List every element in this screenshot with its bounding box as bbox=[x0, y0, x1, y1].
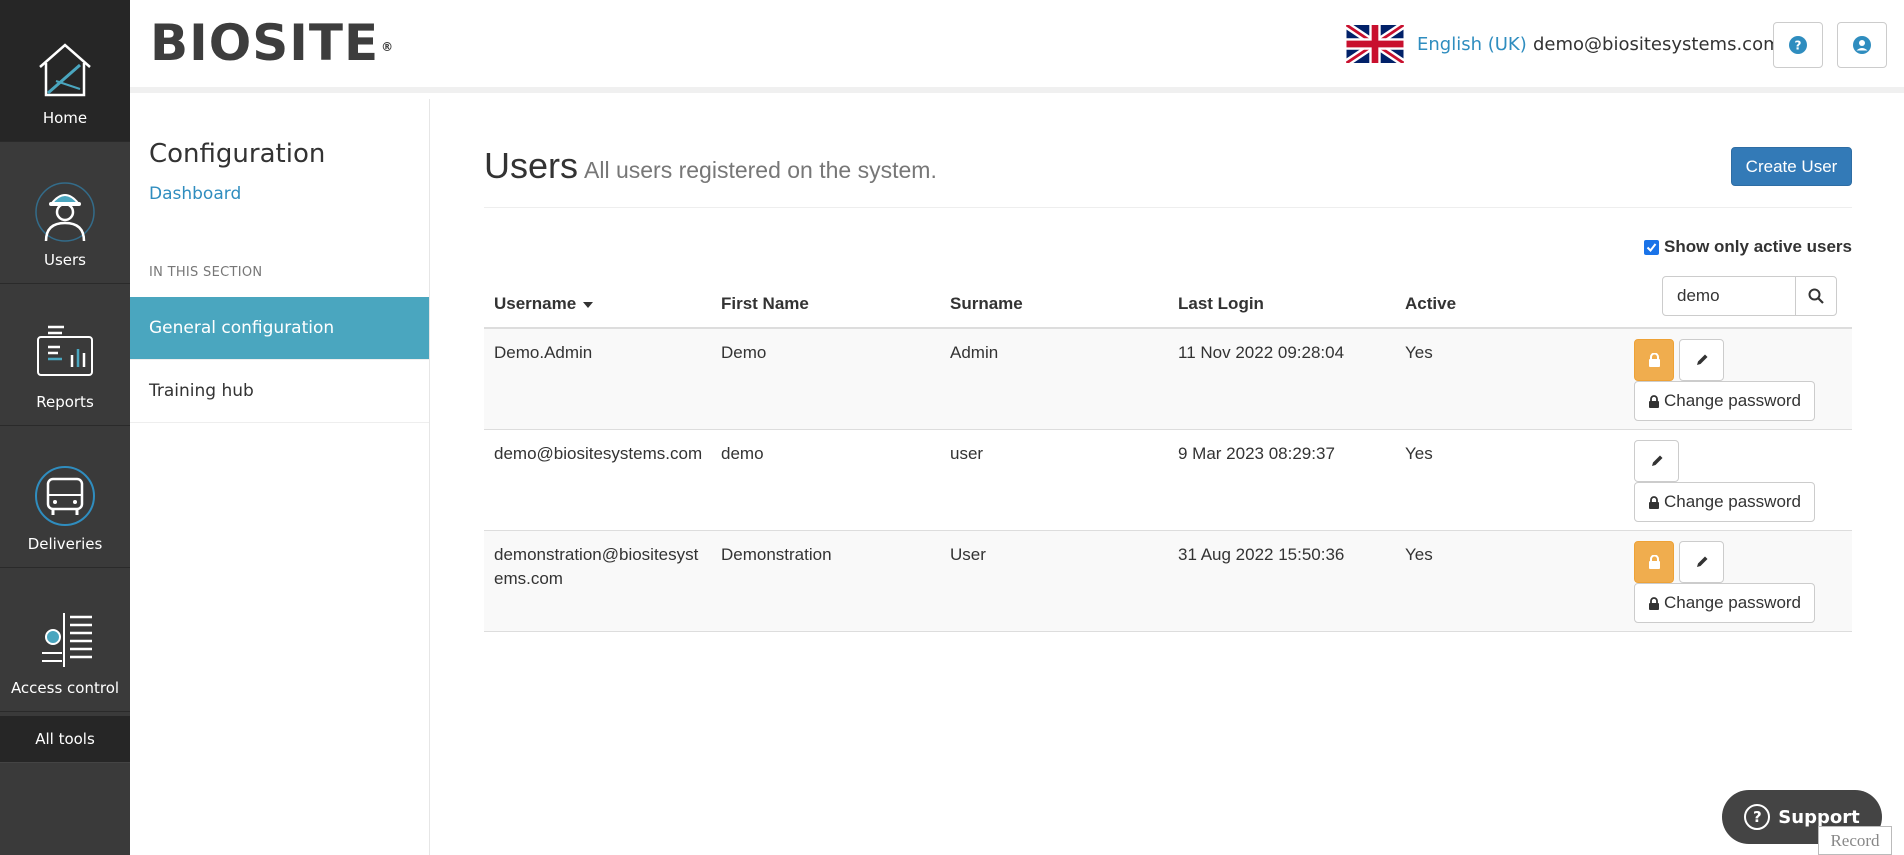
change-password-button[interactable]: Change password bbox=[1634, 381, 1815, 421]
cell-active: Yes bbox=[1405, 444, 1433, 463]
sort-desc-icon bbox=[582, 302, 593, 308]
turnstile-icon bbox=[42, 613, 92, 667]
edit-user-button[interactable] bbox=[1634, 440, 1679, 482]
search-button[interactable] bbox=[1795, 276, 1837, 316]
edit-user-button[interactable] bbox=[1679, 339, 1724, 381]
support-label: Support bbox=[1778, 806, 1860, 828]
rail-item-reports[interactable]: Reports bbox=[0, 284, 130, 426]
user-circle-icon bbox=[1853, 36, 1871, 54]
cell-username: Demo.Admin bbox=[494, 343, 593, 362]
uk-flag-icon[interactable] bbox=[1346, 25, 1404, 63]
cell-username-line: ems.com bbox=[494, 569, 563, 588]
config-sidebar: Configuration Dashboard IN THIS SECTION … bbox=[130, 99, 430, 855]
account-button[interactable] bbox=[1837, 22, 1887, 68]
cell-last-login: 9 Mar 2023 08:29:37 bbox=[1178, 444, 1335, 463]
dashboard-link[interactable]: Dashboard bbox=[149, 184, 241, 204]
rail-item-label: Users bbox=[43, 251, 86, 269]
reports-icon bbox=[37, 325, 93, 376]
record-button[interactable]: Record bbox=[1818, 826, 1892, 855]
divider bbox=[484, 207, 1852, 208]
table-row: Demo.Admin Demo Admin 11 Nov 2022 09:28:… bbox=[484, 329, 1852, 430]
cell-surname: user bbox=[950, 444, 984, 463]
change-password-button[interactable]: Change password bbox=[1634, 583, 1815, 623]
cell-active: Yes bbox=[1405, 343, 1433, 362]
page-title: Users All users registered on the system. bbox=[484, 145, 937, 187]
cell-username: demonstration@biositesyst ems.com bbox=[494, 543, 698, 591]
show-active-checkbox[interactable] bbox=[1643, 239, 1659, 255]
column-header-surname[interactable]: Surname bbox=[950, 294, 1023, 314]
cell-username: demo@biositesystems.com bbox=[494, 444, 703, 463]
all-tools-button[interactable]: All tools bbox=[0, 716, 130, 763]
lock-user-button[interactable] bbox=[1634, 541, 1674, 583]
change-password-label: Change password bbox=[1663, 492, 1802, 511]
cell-first-name: demo bbox=[721, 444, 764, 463]
pencil-icon bbox=[1651, 455, 1662, 466]
worker-icon bbox=[35, 182, 95, 242]
top-header: BIOSITE ® English (UK) demo@biositesystem… bbox=[130, 0, 1904, 93]
column-header-active[interactable]: Active bbox=[1405, 294, 1456, 314]
edit-user-button[interactable] bbox=[1679, 541, 1724, 583]
create-user-button[interactable]: Create User bbox=[1731, 147, 1852, 186]
sidebar-title: Configuration bbox=[149, 139, 326, 169]
lock-icon bbox=[1648, 596, 1659, 610]
question-circle-icon: ? bbox=[1789, 36, 1807, 54]
checkmark-icon bbox=[1646, 242, 1657, 252]
cell-surname: Admin bbox=[950, 343, 999, 362]
cell-last-login: 11 Nov 2022 09:28:04 bbox=[1178, 343, 1345, 362]
search-input[interactable] bbox=[1662, 276, 1796, 316]
rail-item-label: Deliveries bbox=[27, 535, 103, 553]
svg-text:?: ? bbox=[1795, 39, 1802, 53]
show-active-label: Show only active users bbox=[1663, 237, 1852, 256]
lock-icon bbox=[1648, 555, 1660, 569]
cell-last-login: 31 Aug 2022 15:50:36 bbox=[1178, 545, 1345, 564]
column-header-last-login[interactable]: Last Login bbox=[1178, 294, 1264, 314]
rail-item-users[interactable]: Users bbox=[0, 142, 130, 284]
section-label: IN THIS SECTION bbox=[149, 265, 263, 280]
page-title-text: Users bbox=[484, 145, 579, 186]
cell-first-name: Demo bbox=[721, 343, 767, 362]
house-icon bbox=[39, 43, 91, 97]
column-header-username[interactable]: Username bbox=[494, 294, 593, 314]
language-selector[interactable]: English (UK) bbox=[1417, 34, 1527, 55]
lock-icon bbox=[1648, 353, 1660, 367]
lock-icon bbox=[1648, 495, 1659, 509]
sidebar-item-general-configuration[interactable]: General configuration bbox=[130, 297, 429, 360]
lock-user-button[interactable] bbox=[1634, 339, 1674, 381]
logo-registered-mark: ® bbox=[381, 40, 395, 54]
pencil-icon bbox=[1696, 354, 1707, 365]
question-icon: ? bbox=[1744, 804, 1771, 830]
cell-active: Yes bbox=[1405, 545, 1433, 564]
change-password-label: Change password bbox=[1663, 593, 1802, 612]
rail-item-label: Home bbox=[42, 109, 88, 127]
rail-item-access-control[interactable]: Access control bbox=[0, 570, 130, 712]
change-password-label: Change password bbox=[1663, 391, 1802, 410]
sidebar-item-training-hub[interactable]: Training hub bbox=[130, 360, 429, 423]
page-subtitle: All users registered on the system. bbox=[584, 157, 937, 183]
table-row: demonstration@biositesyst ems.com Demonst… bbox=[484, 531, 1852, 632]
biosite-logo[interactable]: BIOSITE ® bbox=[150, 18, 394, 68]
search-icon bbox=[1808, 288, 1824, 304]
user-email: demo@biositesystems.com bbox=[1533, 34, 1781, 55]
cell-surname: User bbox=[950, 545, 986, 564]
truck-icon bbox=[35, 466, 95, 526]
help-button[interactable]: ? bbox=[1773, 22, 1823, 68]
table-row: demo@biositesystems.com demo user 9 Mar … bbox=[484, 430, 1852, 531]
rail-item-home[interactable]: Home bbox=[0, 0, 130, 142]
app-rail: Home Users Reports Deliveries Access con… bbox=[0, 0, 130, 855]
column-header-label: Username bbox=[494, 294, 577, 313]
rail-item-label: Reports bbox=[36, 393, 94, 411]
lock-icon bbox=[1648, 394, 1659, 408]
logo-text: BIOSITE bbox=[150, 14, 380, 72]
cell-username-line: demonstration@biositesyst bbox=[494, 545, 699, 564]
cell-first-name: Demonstration bbox=[721, 545, 832, 564]
rail-item-label: Access control bbox=[10, 679, 120, 697]
column-header-first-name[interactable]: First Name bbox=[721, 294, 809, 314]
pencil-icon bbox=[1696, 556, 1707, 567]
rail-item-deliveries[interactable]: Deliveries bbox=[0, 426, 130, 568]
change-password-button[interactable]: Change password bbox=[1634, 482, 1815, 522]
show-active-users-toggle[interactable]: Show only active users bbox=[1643, 237, 1852, 257]
